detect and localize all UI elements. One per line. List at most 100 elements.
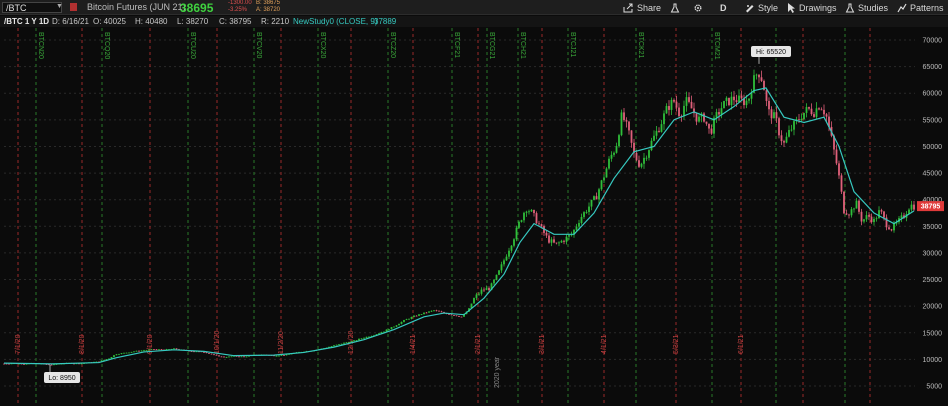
candle-body [613,152,615,155]
candle-body [670,99,673,110]
candle-body [685,97,688,106]
candle-body [798,119,800,120]
candle-body [118,354,120,355]
candle-body [588,206,590,213]
candle-body [815,108,818,117]
y-tick-label: 5000 [926,384,942,391]
candle-body [450,314,453,316]
candle-body [473,297,475,304]
candle-body [498,270,500,275]
candle-body [818,108,820,110]
month-label: 7/1/20 [15,334,22,354]
style-label: Style [758,2,779,13]
candle-body [388,329,390,331]
candle-body [565,236,568,242]
candle-body [455,315,458,317]
study-value: 37889 [374,17,397,26]
candle-body [780,135,783,142]
candle-body [745,100,748,106]
candle-body [590,199,593,207]
candle-body [628,121,630,131]
y-tick-label: 15000 [923,330,943,337]
style-button[interactable]: Style [745,1,778,14]
candle-body [453,315,455,316]
candle-body [740,95,743,99]
drawings-button[interactable]: Drawings [787,1,837,14]
price-chart[interactable]: BTCN20 BTCQ20 BTCU20 BTCV20 BTCX20 BTCZ20 BTCF… [0,28,948,406]
candle-body [603,177,605,181]
bar-date: D: 6/16/21 [52,17,89,26]
candle-body [580,216,583,224]
y-tick-label: 55000 [923,117,943,124]
candle-body [483,289,485,291]
settings-button[interactable] [693,1,703,14]
candle-body [675,101,678,108]
candle-body [130,351,133,353]
ask-price: A: 38720 [256,7,281,13]
candle-body [435,310,438,312]
patterns-button[interactable]: Patterns [897,1,944,14]
studies-button[interactable]: Studies [845,1,888,14]
candle-body [563,240,565,242]
candle-body [533,209,535,214]
candle-body [703,113,705,122]
toolbar: ▼ Bitcoin Futures (JUN 21) 38695 -1300.0… [0,0,948,15]
candle-body [203,352,205,353]
flask-button[interactable] [670,1,680,14]
candle-body [560,240,563,243]
candle-body [728,97,730,106]
alert-icon[interactable] [70,3,77,11]
candle-body [698,116,700,122]
candle-body [738,95,740,103]
cursor-icon [788,2,795,13]
candle-body [208,353,210,354]
candle-body [893,223,895,231]
candle-body [615,146,618,153]
candle-body [783,141,785,143]
candle-body [618,135,620,147]
candle-body [775,112,778,119]
candle-body [658,130,660,132]
candle-body [218,355,220,357]
candle-body [890,229,893,231]
period-button[interactable]: D [720,1,727,14]
candle-body [773,112,775,119]
candle-body [548,235,550,243]
candle-body [128,352,130,354]
candle-body [495,274,498,280]
candle-body [688,97,690,102]
candle-body [415,315,418,317]
candle-body [723,100,725,109]
symbol-dropdown-icon[interactable]: ▼ [56,3,63,10]
candle-body [400,321,403,324]
candle-body [408,318,410,320]
candle-body [485,288,488,291]
candle-body [695,113,698,122]
candle-body [863,219,865,222]
instrument-name: Bitcoin Futures (JUN 21) [87,2,186,12]
candle-body [593,196,595,200]
candle-body [240,356,243,358]
candle-body [365,336,368,338]
contract-label: BTCN20 [37,32,44,59]
candle-body [363,337,365,339]
candle-body [510,245,513,251]
style-icon [746,4,754,12]
month-label: 10/1/20 [214,331,221,354]
symbol-input[interactable] [2,2,62,13]
candle-body [808,107,810,109]
candle-body [393,326,395,328]
candle-body [575,226,578,230]
candle-body [623,112,625,121]
candle-body [488,288,490,291]
bid-price: B: 38675 [256,0,281,6]
share-button[interactable]: Share [623,1,661,14]
bar-close: C: 38795 [219,17,252,26]
studies-icon [845,3,855,12]
candle-body [133,351,135,353]
contract-label: BTCX20 [319,32,326,59]
month-label: 2/1/21 [475,334,482,354]
candle-body [583,212,585,217]
bar-high: H: 40480 [135,17,168,26]
candle-body [475,294,478,298]
